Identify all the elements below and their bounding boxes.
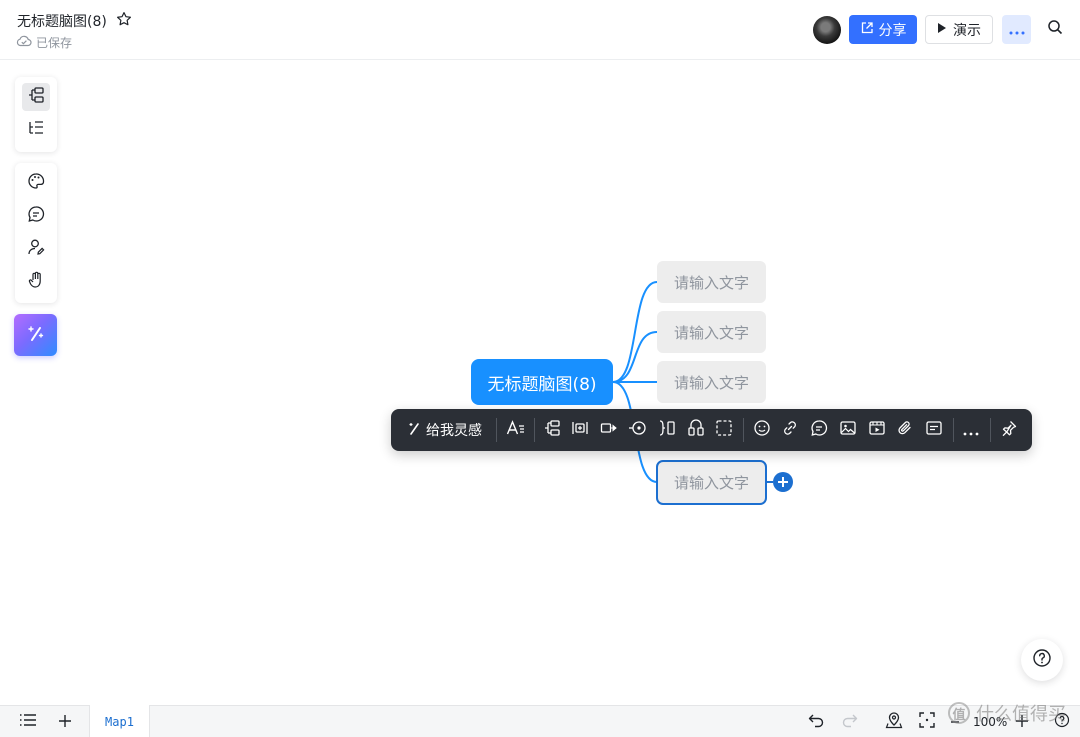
more-icon bbox=[963, 421, 979, 440]
comment-icon bbox=[810, 419, 828, 441]
redo-button[interactable] bbox=[840, 712, 860, 732]
emoji-button[interactable] bbox=[750, 418, 774, 442]
add-sibling-icon bbox=[571, 419, 589, 441]
bottom-bar: Map1 100% bbox=[0, 705, 1080, 737]
map-pin-icon bbox=[885, 711, 903, 733]
plus-icon bbox=[777, 473, 789, 492]
sheet-list-button[interactable] bbox=[18, 712, 38, 732]
subtopic-node[interactable]: 请输入文字 bbox=[657, 361, 766, 403]
emoji-icon bbox=[753, 419, 771, 441]
locate-button[interactable] bbox=[884, 712, 904, 732]
help-button[interactable] bbox=[1021, 639, 1063, 681]
divider bbox=[953, 418, 954, 442]
boundary-icon bbox=[715, 419, 733, 441]
image-button[interactable] bbox=[836, 418, 860, 442]
attachment-button[interactable] bbox=[893, 418, 917, 442]
subtopic-node-selected[interactable]: 请输入文字 bbox=[656, 460, 767, 505]
root-topic-node[interactable]: 无标题脑图(8) bbox=[471, 359, 613, 405]
subtopic-node[interactable]: 请输入文字 bbox=[657, 261, 766, 303]
magic-wand-icon bbox=[408, 421, 422, 439]
undo-icon bbox=[807, 711, 825, 733]
video-button[interactable] bbox=[865, 418, 889, 442]
watermark-text: 什么值得买 bbox=[976, 704, 1066, 725]
fit-screen-icon bbox=[918, 711, 936, 733]
plus-icon bbox=[58, 713, 72, 732]
image-icon bbox=[839, 419, 857, 441]
add-parent-icon bbox=[600, 419, 618, 441]
add-parent-button[interactable] bbox=[597, 418, 621, 442]
link-icon bbox=[781, 419, 799, 441]
link-button[interactable] bbox=[778, 418, 802, 442]
sheet-tab-map1[interactable]: Map1 bbox=[89, 705, 150, 737]
pin-toolbar-button[interactable] bbox=[997, 418, 1021, 442]
undo-button[interactable] bbox=[806, 712, 826, 732]
watermark: 值 什么值得买 bbox=[948, 700, 1066, 726]
text-style-button[interactable] bbox=[504, 418, 528, 442]
list-icon bbox=[19, 712, 37, 732]
add-sibling-button[interactable] bbox=[568, 418, 592, 442]
watermark-logo: 值 bbox=[948, 702, 970, 724]
divider bbox=[990, 418, 991, 442]
video-icon bbox=[868, 419, 886, 441]
inspire-label: 给我灵感 bbox=[426, 423, 482, 439]
add-node-button[interactable] bbox=[773, 472, 793, 492]
focus-icon bbox=[628, 419, 648, 441]
paperclip-icon bbox=[896, 419, 914, 441]
note-button[interactable] bbox=[922, 418, 946, 442]
add-child-button[interactable] bbox=[540, 418, 564, 442]
text-style-icon bbox=[506, 419, 526, 441]
toolbar-more-button[interactable] bbox=[959, 418, 983, 442]
divider bbox=[534, 418, 535, 442]
divider bbox=[496, 418, 497, 442]
pin-icon bbox=[1000, 419, 1018, 441]
summary-icon bbox=[658, 419, 676, 441]
add-sheet-button[interactable] bbox=[55, 712, 75, 732]
subtopic-node[interactable]: 请输入文字 bbox=[657, 311, 766, 353]
question-icon bbox=[1032, 648, 1052, 672]
redo-icon bbox=[841, 711, 859, 733]
relation-button[interactable] bbox=[684, 418, 708, 442]
relation-icon bbox=[687, 419, 705, 441]
summary-button[interactable] bbox=[655, 418, 679, 442]
boundary-button[interactable] bbox=[712, 418, 736, 442]
fit-screen-button[interactable] bbox=[917, 712, 937, 732]
mindmap-app: 无标题脑图(8) 已保存 分享 演示 无标题脑图(8) 请输入文字 请输入文字 … bbox=[0, 0, 1080, 737]
note-icon bbox=[925, 419, 943, 441]
add-child-icon bbox=[543, 419, 561, 441]
node-floating-toolbar: 给我灵感 bbox=[391, 409, 1032, 451]
focus-node-button[interactable] bbox=[626, 418, 650, 442]
note-comment-button[interactable] bbox=[807, 418, 831, 442]
inspire-button[interactable]: 给我灵感 bbox=[405, 418, 485, 442]
divider bbox=[743, 418, 744, 442]
